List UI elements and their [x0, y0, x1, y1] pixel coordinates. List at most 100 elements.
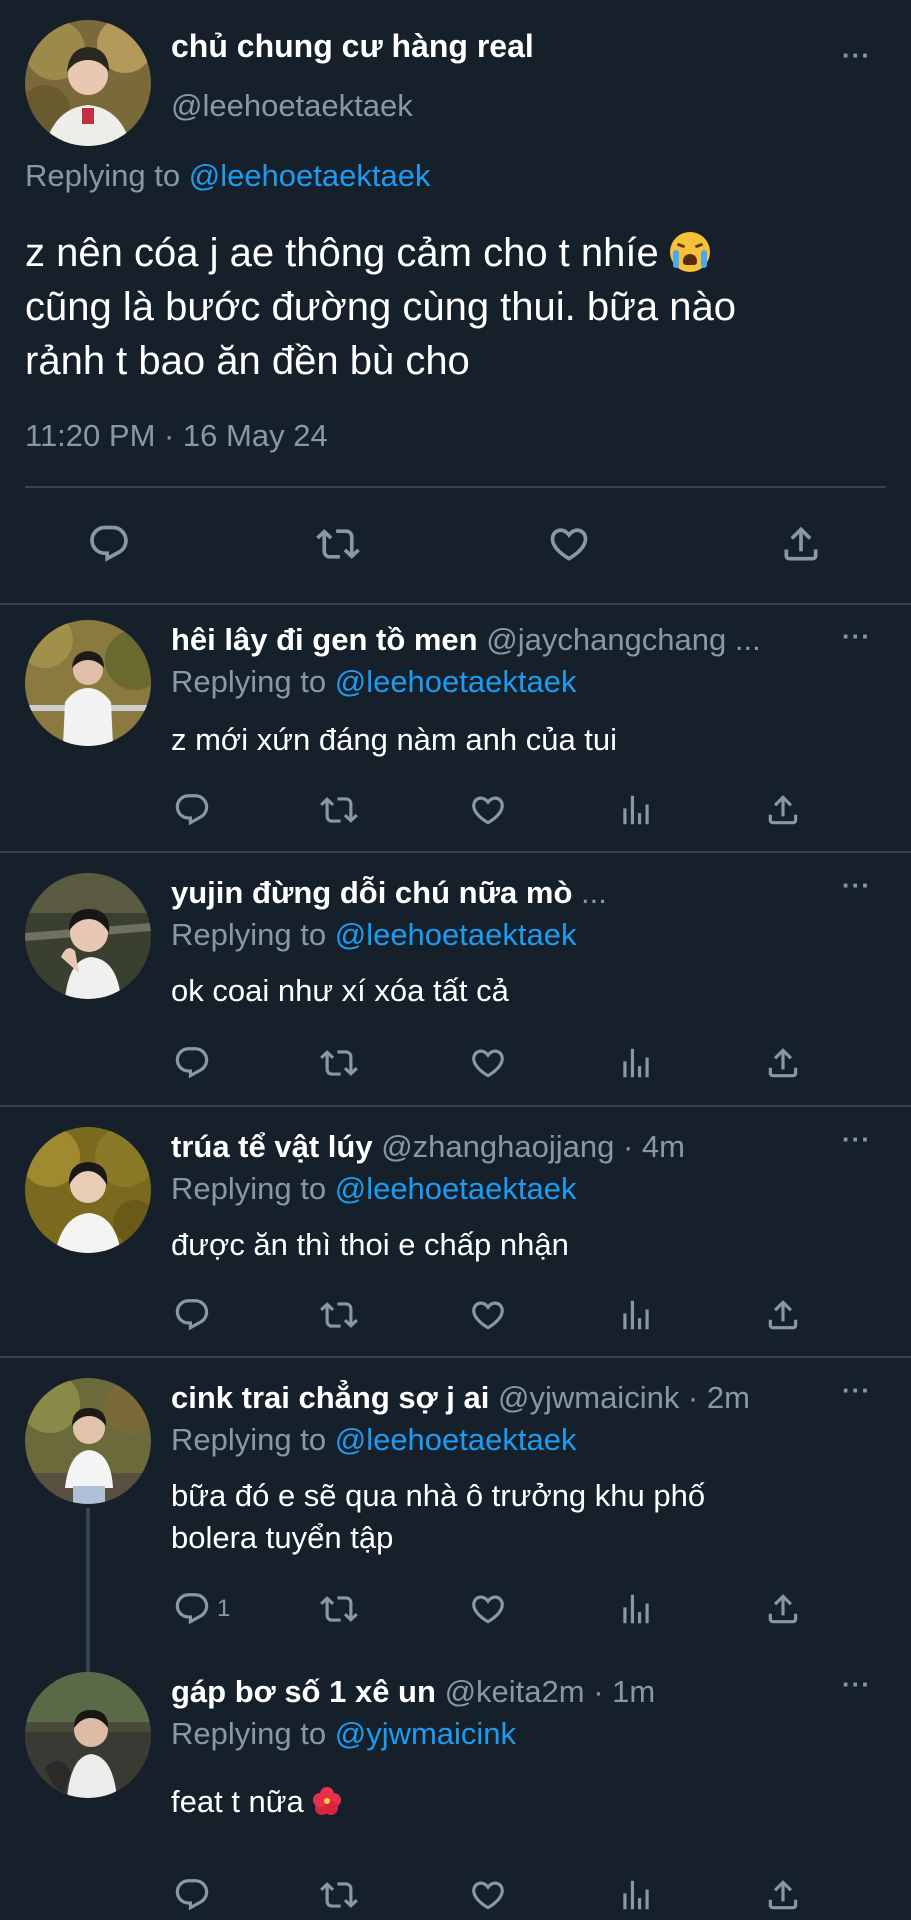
replying-to: Replying to @leehoetaektaek: [171, 662, 576, 702]
replying-to-link[interactable]: @leehoetaektaek: [335, 917, 577, 952]
analytics-icon: [617, 1044, 655, 1082]
reply-button[interactable]: [87, 522, 131, 566]
reply-tweet[interactable]: yujin đừng dỗi chú nữa mò ... ··· Replyi…: [0, 853, 911, 1105]
replying-to-label: Replying to: [25, 158, 181, 193]
reply-icon: [173, 1590, 211, 1628]
retweet-button[interactable]: [316, 522, 360, 566]
replying-to-label: Replying to: [171, 664, 327, 699]
analytics-button[interactable]: [617, 1590, 655, 1628]
like-button[interactable]: [469, 1876, 507, 1914]
replying-to: Replying to @leehoetaektaek: [171, 1420, 576, 1460]
handle-meta[interactable]: @zhanghaojjang · 4m: [381, 1129, 685, 1164]
retweet-icon: [320, 1296, 358, 1334]
display-name[interactable]: hêi lây đi gen tồ men: [171, 622, 478, 657]
like-button[interactable]: [469, 791, 507, 829]
like-icon: [469, 1876, 507, 1914]
more-options-icon[interactable]: ···: [842, 1375, 871, 1406]
like-button[interactable]: [469, 1296, 507, 1334]
more-options-icon[interactable]: ···: [842, 1124, 871, 1155]
main-tweet: chủ chung cư hàng real @leehoetaektaek ·…: [0, 0, 911, 603]
retweet-icon: [316, 522, 360, 566]
retweet-button[interactable]: [320, 1876, 358, 1914]
retweet-button[interactable]: [320, 1590, 358, 1628]
reply-tweet[interactable]: gáp bơ số 1 xê un @keita2m · 1m ··· Repl…: [0, 1650, 911, 1920]
like-button[interactable]: [469, 1044, 507, 1082]
tweet-text-line: z nên cóa j ae thông cảm cho t nhíe: [25, 231, 659, 275]
analytics-button[interactable]: [617, 1296, 655, 1334]
share-button[interactable]: [764, 1590, 802, 1628]
avatar[interactable]: [25, 620, 151, 746]
analytics-icon: [617, 1296, 655, 1334]
handle-meta[interactable]: @keita2m · 1m: [445, 1674, 656, 1709]
retweet-button[interactable]: [320, 791, 358, 829]
like-button[interactable]: [547, 522, 591, 566]
replying-to-link[interactable]: @leehoetaektaek: [335, 664, 577, 699]
analytics-button[interactable]: [617, 1876, 655, 1914]
reply-icon: [173, 1044, 211, 1082]
display-name[interactable]: yujin đừng dỗi chú nữa mò: [171, 875, 572, 910]
display-name[interactable]: cink trai chẳng sợ j ai: [171, 1380, 489, 1415]
tweet-text: z mới xứn đáng nàm anh của tui: [171, 722, 618, 757]
reply-count: 1: [217, 1595, 231, 1622]
tweet-text-line: bữa đó e sẽ qua nhà ô trưởng khu phố: [171, 1478, 706, 1513]
analytics-button[interactable]: [617, 791, 655, 829]
tweet-text: ok coai như xí xóa tất cả: [171, 973, 509, 1008]
share-button[interactable]: [764, 791, 802, 829]
like-icon: [547, 522, 591, 566]
avatar[interactable]: [25, 1127, 151, 1253]
handle-meta[interactable]: ...: [581, 875, 607, 910]
share-button[interactable]: [764, 1296, 802, 1334]
analytics-button[interactable]: [617, 1044, 655, 1082]
share-button[interactable]: [764, 1044, 802, 1082]
replying-to-link[interactable]: @leehoetaektaek: [335, 1171, 577, 1206]
reply-icon: [173, 791, 211, 829]
tweet-text-line: cũng là bước đường cùng thui. bữa nào: [25, 285, 737, 329]
replying-to-label: Replying to: [171, 1422, 327, 1457]
reply-icon: [87, 522, 131, 566]
avatar[interactable]: [25, 1378, 151, 1504]
avatar[interactable]: [25, 20, 151, 146]
more-options-icon[interactable]: ···: [842, 621, 871, 652]
divider: [25, 486, 886, 488]
more-options-icon[interactable]: ···: [842, 870, 871, 901]
reply-tweet[interactable]: trúa tể vật lúy @zhanghaojjang · 4m ··· …: [0, 1107, 911, 1356]
like-button[interactable]: [469, 1590, 507, 1628]
reply-button[interactable]: [173, 791, 217, 829]
replying-to-link[interactable]: @yjwmaicink: [335, 1716, 516, 1751]
hibiscus-emoji-icon: [312, 1785, 342, 1815]
reply-button[interactable]: [173, 1876, 217, 1914]
analytics-icon: [617, 791, 655, 829]
replying-to-label: Replying to: [171, 1716, 327, 1751]
retweet-icon: [320, 791, 358, 829]
replying-to-link[interactable]: @leehoetaektaek: [189, 158, 431, 193]
more-options-icon[interactable]: ···: [842, 40, 871, 71]
tweet-text-line: rảnh t bao ăn đền bù cho: [25, 339, 470, 383]
share-icon: [764, 1044, 802, 1082]
reply-header: yujin đừng dỗi chú nữa mò ...: [171, 873, 831, 913]
retweet-icon: [320, 1590, 358, 1628]
reply-tweet[interactable]: cink trai chẳng sợ j ai @yjwmaicink · 2m…: [0, 1358, 911, 1650]
more-options-icon[interactable]: ···: [842, 1669, 871, 1700]
handle-meta[interactable]: @jaychangchang ...: [486, 622, 760, 657]
reply-button[interactable]: 1: [173, 1590, 230, 1628]
avatar[interactable]: [25, 1672, 151, 1798]
retweet-button[interactable]: [320, 1044, 358, 1082]
replying-to-link[interactable]: @leehoetaektaek: [335, 1422, 577, 1457]
share-button[interactable]: [779, 522, 823, 566]
reply-button[interactable]: [173, 1296, 217, 1334]
retweet-button[interactable]: [320, 1296, 358, 1334]
timestamp[interactable]: 11:20 PM · 16 May 24: [25, 418, 328, 454]
display-name[interactable]: chủ chung cư hàng real: [171, 28, 534, 65]
replying-to-label: Replying to: [171, 1171, 327, 1206]
reply-header: hêi lây đi gen tồ men @jaychangchang ...: [171, 620, 831, 660]
handle-meta[interactable]: @yjwmaicink · 2m: [498, 1380, 750, 1415]
reply-tweet[interactable]: hêi lây đi gen tồ men @jaychangchang ...…: [0, 605, 911, 851]
user-handle[interactable]: @leehoetaektaek: [171, 88, 413, 124]
reply-button[interactable]: [173, 1044, 217, 1082]
share-button[interactable]: [764, 1876, 802, 1914]
avatar[interactable]: [25, 873, 151, 999]
display-name[interactable]: gáp bơ số 1 xê un: [171, 1674, 436, 1709]
replying-to: Replying to @leehoetaektaek: [171, 1169, 576, 1209]
retweet-icon: [320, 1044, 358, 1082]
display-name[interactable]: trúa tể vật lúy: [171, 1129, 373, 1164]
